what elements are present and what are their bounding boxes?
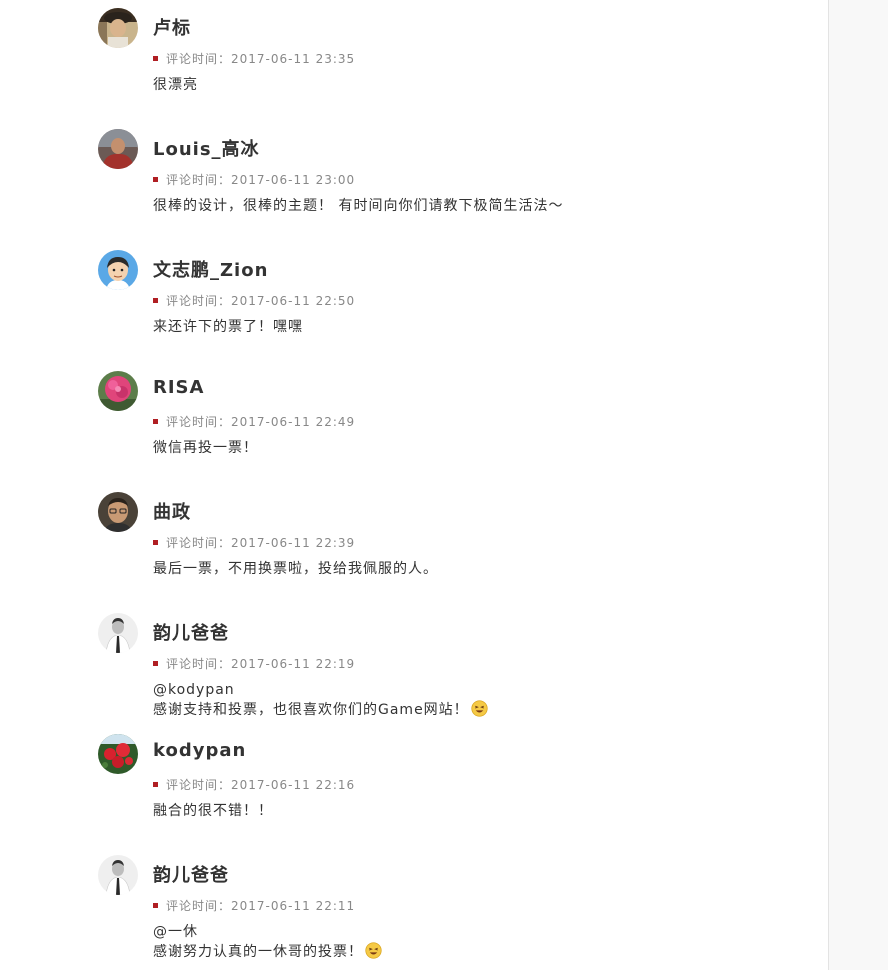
bullet-square-icon <box>153 56 158 61</box>
comment-time: 2017-06-11 22:19 <box>231 657 356 671</box>
commenter-name[interactable]: Louis_高冰 <box>153 135 260 161</box>
time-label: 评论时间： <box>166 536 232 550</box>
avatar-man-red-shirt-icon <box>98 129 138 169</box>
comment-mention[interactable]: @一休 <box>153 922 382 942</box>
comment-meta: 评论时间：2017-06-11 23:00 <box>153 171 355 188</box>
comment-body: 很漂亮 <box>153 75 198 95</box>
bullet-square-icon <box>153 177 158 182</box>
comment-text: 来还许下的票了！嘿嘿 <box>153 319 303 335</box>
user-avatar[interactable] <box>98 8 138 48</box>
comment-text-line: 感谢支持和投票，也很喜欢你们的Game网站！ <box>153 700 488 720</box>
bullet-square-icon <box>153 782 158 787</box>
comment-meta: 评论时间：2017-06-11 22:16 <box>153 776 355 793</box>
comment-text-line: 感谢努力认真的一休哥的投票！ <box>153 942 382 962</box>
avatar-pink-flower-icon <box>98 371 138 411</box>
comment-page: 卢标 评论时间：2017-06-11 23:35 很漂亮 Louis_高冰 评论… <box>0 0 888 970</box>
user-avatar[interactable] <box>98 734 138 774</box>
comment-body: @一休 感谢努力认真的一休哥的投票！ <box>153 922 382 962</box>
commenter-name[interactable]: RISA <box>153 377 204 398</box>
comment-body: 微信再投一票！ <box>153 438 258 458</box>
comment-text: 很漂亮 <box>153 77 198 93</box>
bullet-square-icon <box>153 661 158 666</box>
avatar-man-hat-icon <box>98 8 138 48</box>
right-side-panel <box>828 0 888 970</box>
comment-time: 2017-06-11 22:39 <box>231 536 356 550</box>
laughing-emoji-icon <box>471 700 488 717</box>
comment-text: 感谢努力认真的一休哥的投票！ <box>153 944 363 960</box>
comment-meta: 评论时间：2017-06-11 22:50 <box>153 292 355 309</box>
user-avatar[interactable] <box>98 250 138 290</box>
user-avatar[interactable] <box>98 855 138 895</box>
comment-text: 微信再投一票！ <box>153 440 258 456</box>
comment-text: 很棒的设计，很棒的主题！ 有时间向你们请教下极简生活法～ <box>153 198 564 214</box>
time-label: 评论时间： <box>166 657 232 671</box>
avatar-red-flowers-icon <box>98 734 138 774</box>
comment-meta: 评论时间：2017-06-11 22:49 <box>153 413 355 430</box>
commenter-name[interactable]: 曲政 <box>153 498 191 524</box>
comment-meta: 评论时间：2017-06-11 23:35 <box>153 50 355 67</box>
time-label: 评论时间： <box>166 415 232 429</box>
comment-body: @kodypan 感谢支持和投票，也很喜欢你们的Game网站！ <box>153 680 488 720</box>
comment-mention[interactable]: @kodypan <box>153 680 488 700</box>
comment-text: 最后一票，不用换票啦，投给我佩服的人。 <box>153 561 438 577</box>
time-label: 评论时间： <box>166 899 232 913</box>
commenter-name[interactable]: 卢标 <box>153 14 191 40</box>
comment-time: 2017-06-11 22:50 <box>231 294 356 308</box>
comment-meta: 评论时间：2017-06-11 22:39 <box>153 534 355 551</box>
user-avatar[interactable] <box>98 613 138 653</box>
commenter-name[interactable]: 韵儿爸爸 <box>153 861 229 887</box>
time-label: 评论时间： <box>166 52 232 66</box>
avatar-man-bw-icon <box>98 613 138 653</box>
user-avatar[interactable] <box>98 129 138 169</box>
comment-meta: 评论时间：2017-06-11 22:11 <box>153 897 355 914</box>
time-label: 评论时间： <box>166 294 232 308</box>
comment-time: 2017-06-11 22:11 <box>231 899 356 913</box>
commenter-name[interactable]: kodypan <box>153 740 246 761</box>
comment-time: 2017-06-11 23:00 <box>231 173 356 187</box>
avatar-cartoon-face-icon <box>98 250 138 290</box>
commenter-name[interactable]: 文志鹏_Zion <box>153 256 268 282</box>
time-label: 评论时间： <box>166 173 232 187</box>
comment-meta: 评论时间：2017-06-11 22:19 <box>153 655 355 672</box>
comment-body: 很棒的设计，很棒的主题！ 有时间向你们请教下极简生活法～ <box>153 196 563 216</box>
bullet-square-icon <box>153 298 158 303</box>
comment-time: 2017-06-11 23:35 <box>231 52 356 66</box>
user-avatar[interactable] <box>98 371 138 411</box>
comment-text: 感谢支持和投票，也很喜欢你们的Game网站！ <box>153 702 469 718</box>
comment-time: 2017-06-11 22:49 <box>231 415 356 429</box>
comment-text: 融合的很不错！！ <box>153 803 273 819</box>
user-avatar[interactable] <box>98 492 138 532</box>
bullet-square-icon <box>153 903 158 908</box>
comment-body: 最后一票，不用换票啦，投给我佩服的人。 <box>153 559 438 579</box>
comment-body: 来还许下的票了！嘿嘿 <box>153 317 303 337</box>
comment-body: 融合的很不错！！ <box>153 801 273 821</box>
avatar-man-glasses-icon <box>98 492 138 532</box>
commenter-name[interactable]: 韵儿爸爸 <box>153 619 229 645</box>
bullet-square-icon <box>153 419 158 424</box>
laughing-emoji-icon <box>365 942 382 959</box>
bullet-square-icon <box>153 540 158 545</box>
comment-time: 2017-06-11 22:16 <box>231 778 356 792</box>
time-label: 评论时间： <box>166 778 232 792</box>
avatar-man-bw-icon <box>98 855 138 895</box>
